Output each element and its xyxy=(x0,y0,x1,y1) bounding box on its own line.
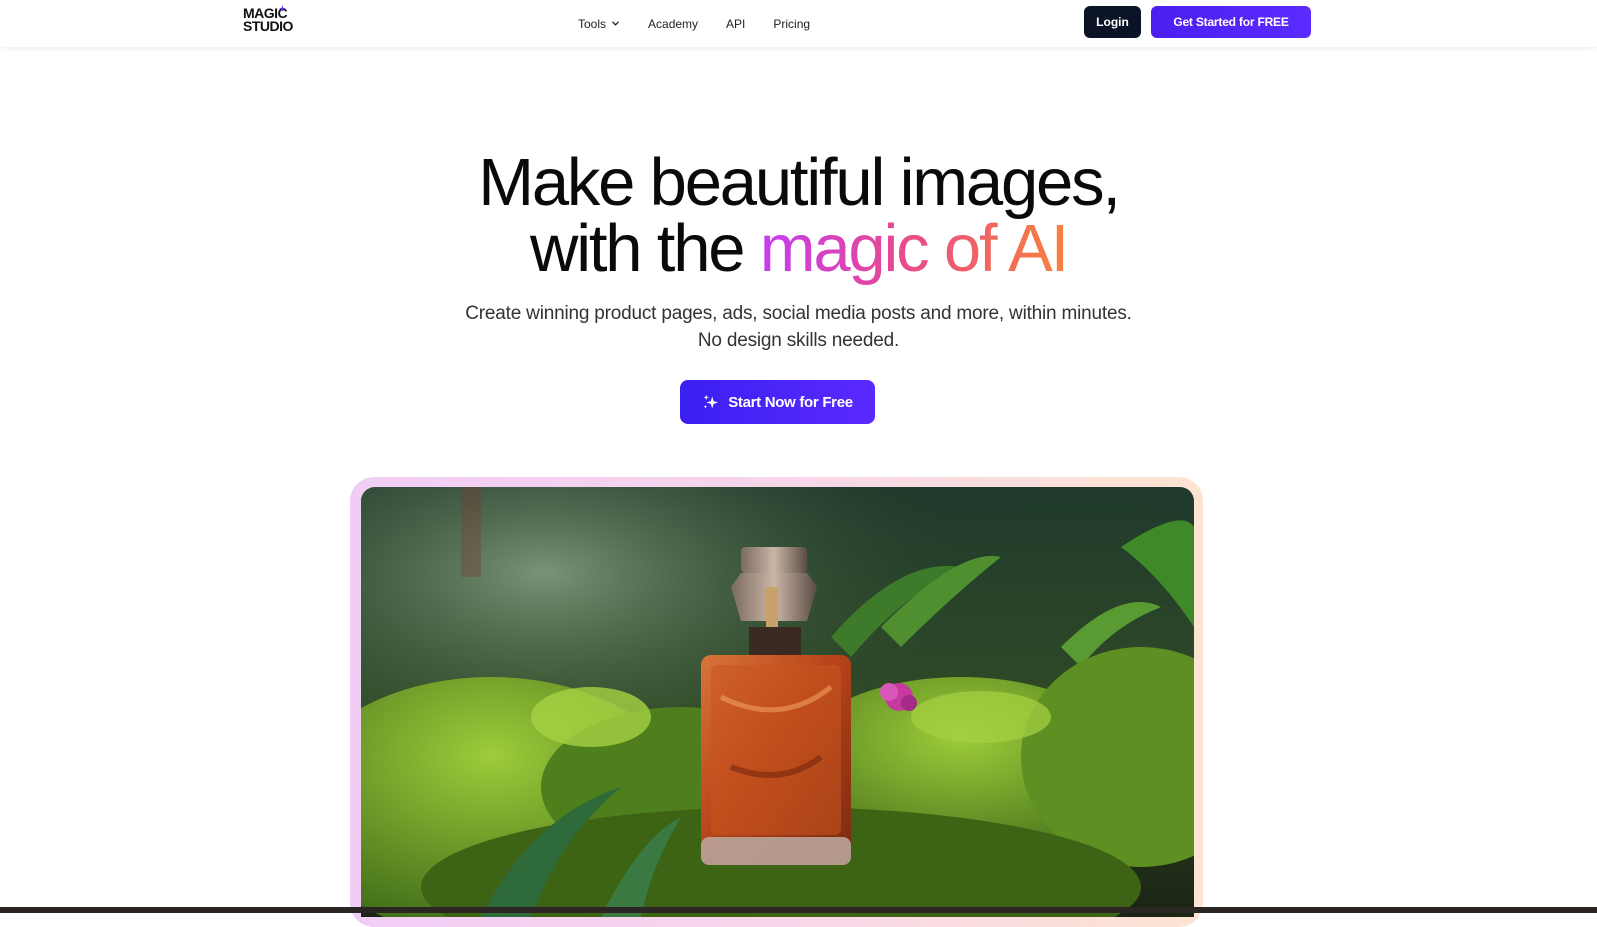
nav-academy[interactable]: Academy xyxy=(648,17,698,31)
nav-api[interactable]: API xyxy=(726,17,745,31)
nav-pricing[interactable]: Pricing xyxy=(773,17,810,31)
sparkle-icon xyxy=(703,394,719,408)
subtext-line-2: No design skills needed. xyxy=(697,330,900,351)
nav-pricing-label: Pricing xyxy=(773,16,811,31)
top-navbar: MAGIC STUDIO Tools Academy API Pricing L… xyxy=(0,0,1597,47)
nav-tools-label: Tools xyxy=(578,16,607,31)
get-started-button[interactable]: Get Started for FREE xyxy=(1151,6,1311,38)
perfume-product-image xyxy=(361,487,1194,917)
logo-line-2: STUDIO xyxy=(243,18,293,34)
login-button[interactable]: Login xyxy=(1084,6,1141,38)
headline-line-1: Make beautiful images, xyxy=(478,145,1121,220)
hero-headline: Make beautiful images, with the magic of… xyxy=(0,149,1597,282)
subtext-line-1: Create winning product pages, ads, socia… xyxy=(465,303,1132,324)
hero-section: Make beautiful images, with the magic of… xyxy=(0,149,1597,282)
main-nav: Tools Academy API Pricing xyxy=(578,0,810,47)
bottom-edge-bar xyxy=(0,907,1597,913)
hero-subtext: Create winning product pages, ads, socia… xyxy=(0,300,1597,354)
nav-api-label: API xyxy=(726,16,746,31)
headline-highlight: magic of AI xyxy=(759,211,1069,286)
logo-sparkle-icon xyxy=(279,5,286,12)
nav-tools[interactable]: Tools xyxy=(578,17,620,31)
headline-line-2-prefix: with the xyxy=(530,211,746,286)
start-now-label: Start Now for Free xyxy=(728,393,853,411)
perfume-scene-illustration xyxy=(361,487,1194,917)
nav-academy-label: Academy xyxy=(648,16,699,31)
chevron-down-icon xyxy=(612,21,619,26)
magic-studio-logo[interactable]: MAGIC STUDIO xyxy=(243,5,295,39)
start-now-button[interactable]: Start Now for Free xyxy=(680,380,875,424)
